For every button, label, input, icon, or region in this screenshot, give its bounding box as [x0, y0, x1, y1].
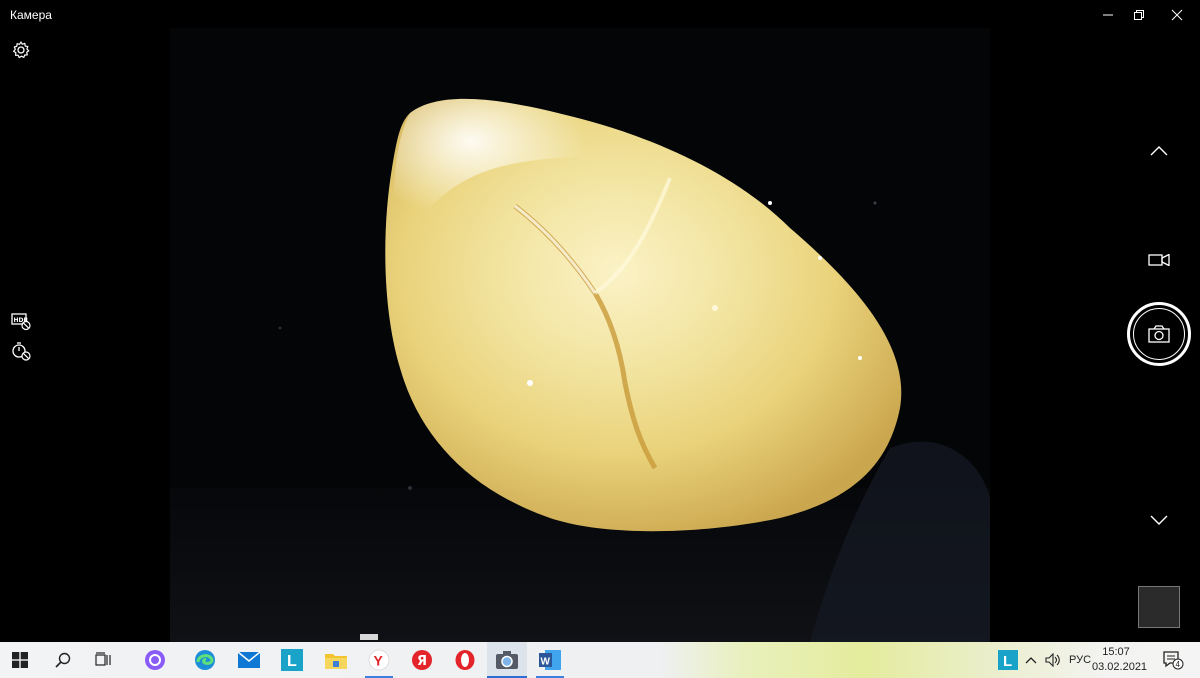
speaker-icon [1045, 653, 1060, 667]
camera-preview-image [170, 28, 990, 642]
edge-icon [195, 650, 215, 670]
taskbar-file-explorer[interactable] [316, 642, 356, 678]
taskbar-yandex-browser[interactable]: Y [359, 642, 399, 678]
windows-taskbar: L Y Я W L РУС 15:07 03.02.2021 4 [0, 642, 1200, 678]
hdr-toggle-button[interactable]: HDR [11, 311, 31, 331]
taskbar-clock[interactable]: 15:07 03.02.2021 [1092, 645, 1148, 675]
camera-app-window: Камера HDR [0, 0, 1200, 642]
scroll-down-button[interactable] [1144, 505, 1174, 535]
opera-icon [455, 650, 475, 670]
video-mode-button[interactable] [1144, 245, 1174, 275]
shutter-inner [1133, 308, 1185, 360]
taskbar-edge[interactable] [185, 642, 225, 678]
folder-icon [325, 654, 347, 669]
video-camera-icon [1148, 253, 1170, 267]
l-app-icon: L [281, 649, 303, 671]
chevron-down-icon [1150, 515, 1168, 525]
taskbar-l-app[interactable]: L [272, 642, 312, 678]
camera-viewfinder[interactable] [170, 28, 990, 642]
tray-l-app[interactable]: L [993, 642, 1023, 678]
start-button[interactable] [0, 642, 40, 678]
yandex-icon: Я [412, 650, 432, 670]
show-hidden-icons-button[interactable] [1021, 642, 1041, 678]
timer-off-icon [12, 342, 31, 361]
taskbar-alice[interactable] [135, 642, 175, 678]
alice-icon [145, 650, 165, 670]
title-bar: Камера [0, 0, 1200, 30]
clock-time: 15:07 [1102, 646, 1130, 658]
settings-button[interactable] [11, 40, 31, 60]
word-icon: W [539, 650, 561, 670]
svg-text:L: L [287, 653, 297, 670]
svg-text:4: 4 [1176, 660, 1181, 669]
close-icon [1171, 9, 1183, 21]
photo-camera-icon [1148, 325, 1170, 343]
chevron-up-icon [1025, 657, 1037, 664]
windows-logo-icon [12, 652, 28, 668]
restore-icon [1134, 10, 1144, 20]
task-view-button[interactable] [84, 642, 124, 678]
taskbar-mail[interactable] [229, 642, 269, 678]
volume-button[interactable] [1042, 642, 1064, 678]
minimize-icon [1103, 14, 1113, 16]
mail-icon [238, 652, 260, 668]
svg-text:W: W [541, 657, 551, 668]
camera-app-icon [496, 651, 518, 669]
chevron-up-icon [1150, 146, 1168, 156]
camera-roll-thumbnail[interactable] [1138, 586, 1180, 628]
taskbar-camera[interactable] [487, 642, 527, 678]
yandex-browser-icon: Y [368, 649, 390, 671]
gear-icon [13, 41, 30, 59]
svg-text:Y: Y [374, 653, 384, 669]
scroll-up-button[interactable] [1144, 136, 1174, 166]
taskbar-word[interactable]: W [530, 642, 570, 678]
take-photo-button[interactable] [1127, 302, 1191, 366]
svg-text:L: L [1003, 653, 1012, 670]
taskbar-opera[interactable] [445, 642, 485, 678]
action-center-button[interactable]: 4 [1158, 642, 1188, 678]
photo-timer-button[interactable] [11, 341, 31, 361]
input-language[interactable]: РУС [1069, 654, 1091, 666]
taskbar-yandex[interactable]: Я [402, 642, 442, 678]
hdr-off-icon: HDR [11, 313, 31, 331]
task-view-icon [95, 652, 111, 666]
clock-date: 03.02.2021 [1092, 661, 1148, 673]
search-icon [55, 652, 71, 668]
close-button[interactable] [1154, 0, 1200, 30]
l-app-tray-icon: L [998, 650, 1018, 670]
window-title: Камера [10, 8, 52, 22]
notifications-icon: 4 [1163, 651, 1184, 670]
svg-text:Я: Я [417, 654, 427, 669]
taskbar-search-button[interactable] [43, 642, 83, 678]
